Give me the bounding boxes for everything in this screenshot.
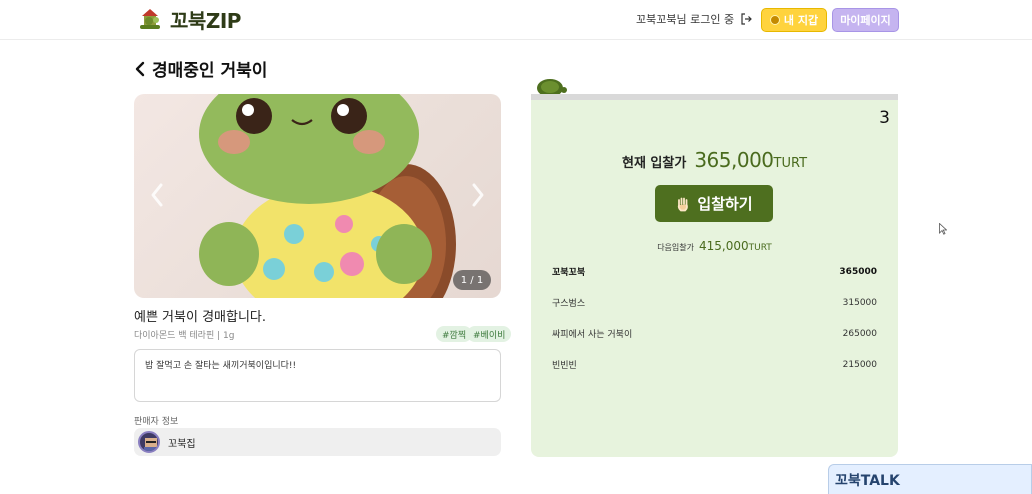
avatar (138, 431, 160, 453)
auction-panel: 3 현재 입찰가 365,000TURT 입찰하기 다음입찰가 415,000T… (531, 100, 898, 457)
bid-amount: 315000 (842, 297, 877, 308)
login-status-text: 꼬북꼬북님 로그인 중 (636, 13, 735, 26)
carousel-counter: 1 / 1 (453, 270, 491, 290)
item-meta: 다이아몬드 백 테라핀 | 1g (134, 331, 235, 341)
next-bid-unit: TURT (748, 243, 772, 253)
mouse-cursor-icon (939, 223, 947, 235)
bid-amount: 215000 (842, 359, 877, 370)
seller-avatar-icon (144, 438, 158, 451)
page-title-text: 경매중인 거북이 (152, 61, 268, 81)
page-title: 경매중인 거북이 (134, 56, 267, 81)
bidder-name: 싸피에서 사는 거북이 (552, 330, 633, 340)
current-bid-value: 365,000 (694, 148, 774, 172)
bid-button-label: 입찰하기 (697, 195, 753, 213)
bid-history-list: 꼬북꼬북 365000 구스범스 315000 싸피에서 사는 거북이 2650… (552, 256, 877, 380)
bidder-name: 구스범스 (552, 299, 586, 309)
item-image-carousel: 1 / 1 (134, 94, 501, 298)
wallet-button[interactable]: 내 지갑 (761, 8, 827, 32)
raised-hand-icon (678, 197, 689, 211)
current-bid-unit: TURT (773, 156, 808, 171)
wallet-button-label: 내 지갑 (783, 14, 819, 27)
top-header: 꼬북ZIP 꼬북꼬북님 로그인 중 내 지갑 마이페이지 (0, 0, 1032, 40)
chat-widget-label: 꼬북TALK (835, 472, 900, 489)
seller-label: 판매자 정보 (134, 417, 179, 427)
carousel-prev-icon[interactable] (148, 182, 166, 208)
current-bid: 현재 입찰가 365,000TURT (531, 148, 898, 172)
mypage-button[interactable]: 마이페이지 (832, 8, 899, 32)
bid-amount: 365000 (839, 266, 877, 277)
turtle-plush-image (199, 94, 456, 298)
list-item: 구스범스 315000 (552, 287, 877, 318)
next-bid-value: 415,000 (699, 239, 749, 253)
next-bid-label: 다음입찰가 (657, 243, 694, 252)
tag-baby: #베이비 (467, 326, 512, 342)
turtle-house-logo-icon (140, 9, 160, 29)
bid-amount: 265000 (842, 328, 877, 339)
bidder-name: 꼬북꼬북 (552, 268, 586, 278)
logout-icon[interactable] (740, 13, 752, 25)
item-description: 밥 잘먹고 손 잘타는 새끼거북이입니다!! (134, 349, 501, 402)
seller-name: 꼬북집 (168, 438, 196, 450)
list-item: 빈빈빈 215000 (552, 349, 877, 380)
seller-info[interactable]: 꼬북집 (134, 428, 501, 456)
site-logo[interactable]: 꼬북ZIP (136, 5, 241, 33)
list-item: 싸피에서 사는 거북이 265000 (552, 318, 877, 349)
chat-widget-tab[interactable]: 꼬북TALK (828, 464, 1032, 494)
item-title: 예쁜 거북이 경매합니다. (134, 310, 266, 325)
back-chevron-icon[interactable] (134, 61, 146, 77)
bidder-name: 빈빈빈 (552, 361, 577, 371)
mypage-button-label: 마이페이지 (840, 14, 891, 27)
carousel-next-icon[interactable] (469, 182, 487, 208)
logo-text-zip: ZIP (205, 8, 242, 33)
current-bid-label: 현재 입찰가 (621, 156, 687, 171)
logo-text: 꼬북ZIP (170, 5, 241, 34)
logo-text-main: 꼬북 (170, 8, 206, 33)
list-item: 꼬북꼬북 365000 (552, 256, 877, 287)
next-bid: 다음입찰가 415,000TURT (531, 235, 898, 254)
bid-button[interactable]: 입찰하기 (655, 185, 773, 222)
coin-icon (769, 15, 780, 25)
bid-count: 3 (879, 108, 890, 128)
login-status: 꼬북꼬북님 로그인 중 (636, 11, 752, 27)
